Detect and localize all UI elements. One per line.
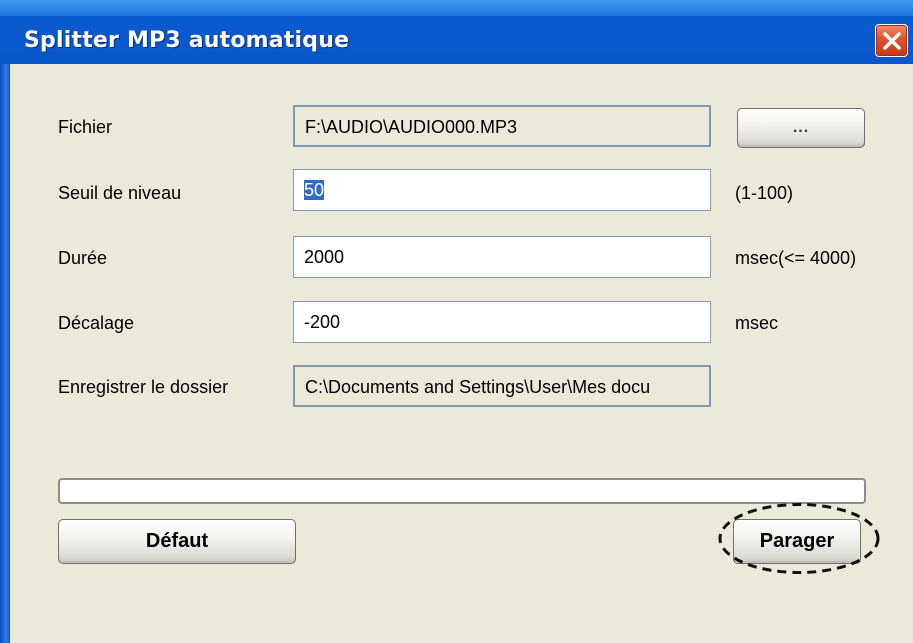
save-folder-path-field: C:\Documents and Settings\User\Mes docu [293,365,711,407]
close-button[interactable] [875,24,908,57]
file-path-field: F:\AUDIO\AUDIO000.MP3 [293,105,711,147]
offset-label: Décalage [58,313,135,333]
duration-input[interactable]: 2000 [293,236,711,278]
offset-input[interactable]: -200 [293,301,711,343]
threshold-hint: (1-100) [735,183,794,203]
file-label: Fichier [58,117,113,137]
offset-hint: msec [735,313,779,333]
highlight-ellipse [718,503,880,574]
window-title: Splitter MP3 automatique [24,28,350,53]
duration-label: Durée [58,248,108,268]
close-x-icon [882,31,901,50]
window-left-border [0,64,10,643]
threshold-input[interactable]: 50 [293,169,711,211]
threshold-label: Seuil de niveau [58,183,182,203]
threshold-input-value: 50 [304,180,325,200]
browse-file-button[interactable]: ... [737,108,865,148]
default-button[interactable]: Défaut [58,519,296,564]
duration-hint: msec(<= 4000) [735,248,857,268]
save-folder-label: Enregistrer le dossier [58,377,229,397]
